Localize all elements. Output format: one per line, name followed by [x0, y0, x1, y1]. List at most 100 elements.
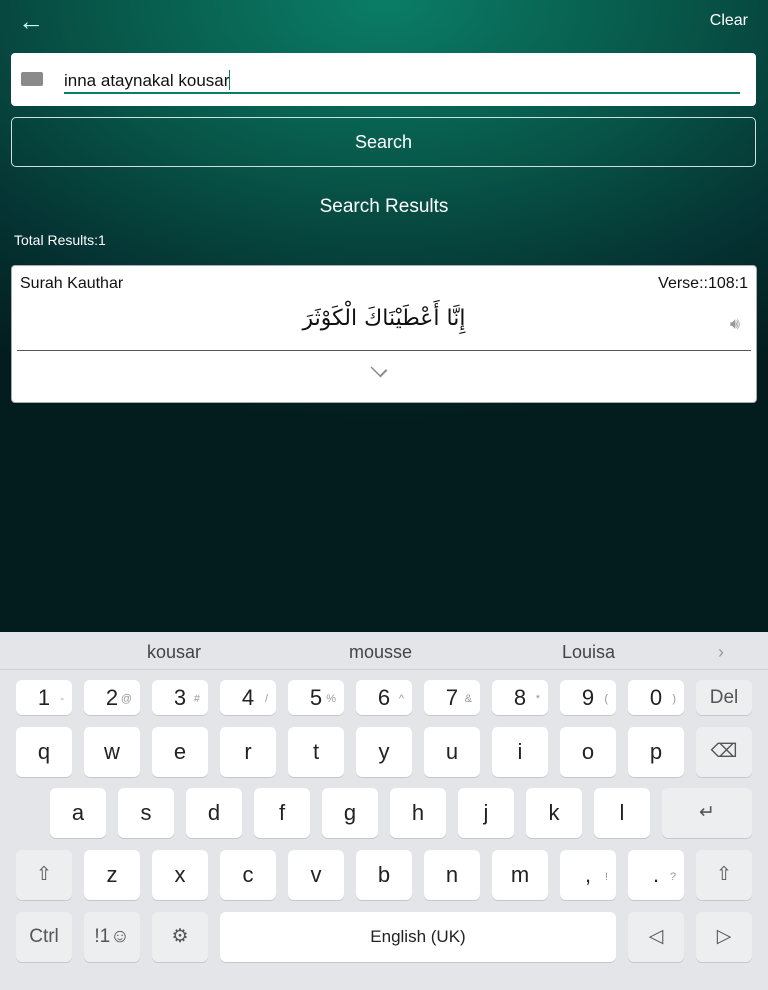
- key-e[interactable]: e: [152, 727, 208, 777]
- key-2-alt: @: [120, 693, 132, 705]
- key-g[interactable]: g: [322, 788, 378, 838]
- settings-gear-icon[interactable]: ⚙: [152, 912, 208, 962]
- key-b[interactable]: b: [356, 850, 412, 900]
- key-3-alt: #: [193, 693, 200, 705]
- key-3-label: 3: [173, 685, 187, 710]
- delete-key[interactable]: Del: [696, 680, 752, 715]
- key-9[interactable]: 9(: [560, 680, 616, 715]
- key-2[interactable]: 2 @: [84, 680, 140, 715]
- chevron-down-icon[interactable]: [370, 360, 388, 378]
- key-0[interactable]: 0): [628, 680, 684, 715]
- key-s[interactable]: s: [118, 788, 174, 838]
- key-7-alt: &: [464, 693, 472, 705]
- key-a[interactable]: a: [50, 788, 106, 838]
- shift-icon[interactable]: ⇧: [16, 850, 72, 900]
- key-j[interactable]: j: [458, 788, 514, 838]
- key-2-label: 2: [105, 685, 119, 710]
- key-m-label: m: [510, 862, 530, 887]
- key-1-label: 1: [37, 685, 51, 710]
- verse-ref: Verse::108:1: [658, 275, 748, 292]
- key-q[interactable]: q: [16, 727, 72, 777]
- key-h[interactable]: h: [390, 788, 446, 838]
- key-comma-label: ,: [584, 862, 592, 887]
- key-o[interactable]: o: [560, 727, 616, 777]
- key-s-label: s: [140, 800, 152, 825]
- key-c-label: c: [242, 862, 254, 887]
- key-f[interactable]: f: [254, 788, 310, 838]
- result-card[interactable]: Surah Kauthar Verse::108:1 إِنَّا أَعْطَ…: [11, 265, 757, 403]
- key-3[interactable]: 3 #: [152, 680, 208, 715]
- key-period[interactable]: .?: [628, 850, 684, 900]
- key-z[interactable]: z: [84, 850, 140, 900]
- arabic-text: إِنَّا أَعْطَيْنَاكَ الْكَوْثَرَ: [302, 306, 466, 331]
- key-comma[interactable]: ,!: [560, 850, 616, 900]
- clear-button[interactable]: Clear: [710, 12, 748, 30]
- enter-icon[interactable]: ↵: [662, 788, 752, 838]
- results-title: Search Results: [319, 196, 449, 217]
- search-input[interactable]: inna ataynakal kousar: [64, 66, 740, 94]
- key-r[interactable]: r: [220, 727, 276, 777]
- total-results: Total Results:1: [14, 232, 106, 248]
- key-6[interactable]: 6 ^: [356, 680, 412, 715]
- backspace-icon[interactable]: ⌫: [696, 727, 752, 777]
- suggestion-3[interactable]: Louisa: [562, 642, 615, 663]
- key-5[interactable]: 5%: [288, 680, 344, 715]
- key-x[interactable]: x: [152, 850, 208, 900]
- key-8[interactable]: 8 *: [492, 680, 548, 715]
- key-c[interactable]: c: [220, 850, 276, 900]
- key-0-label: 0: [649, 685, 663, 710]
- key-n-label: n: [445, 862, 459, 887]
- key-6-alt: ^: [398, 693, 404, 705]
- ctrl-key-label: Ctrl: [29, 926, 59, 947]
- speaker-icon[interactable]: 🔊︎: [730, 316, 740, 334]
- key-t-label: t: [312, 739, 320, 764]
- key-m[interactable]: m: [492, 850, 548, 900]
- shift-right-icon[interactable]: ⇧: [696, 850, 752, 900]
- search-box: inna ataynakal kousar: [11, 53, 756, 106]
- key-b-label: b: [377, 862, 391, 887]
- key-p-label: p: [649, 739, 663, 764]
- ctrl-key[interactable]: Ctrl: [16, 912, 72, 962]
- key-o-label: o: [581, 739, 595, 764]
- on-screen-keyboard: kousar mousse Louisa › 1-2 @3 #4/5% 6 ^ 7 & 8 * 9…: [0, 632, 768, 990]
- key-n[interactable]: n: [424, 850, 480, 900]
- key-d-label: d: [207, 800, 221, 825]
- key-7[interactable]: 7 &: [424, 680, 480, 715]
- key-y[interactable]: y: [356, 727, 412, 777]
- suggestion-1[interactable]: kousar: [147, 642, 201, 663]
- key-k-label: k: [548, 800, 560, 825]
- key-6-label: 6: [377, 685, 391, 710]
- chevron-right-icon[interactable]: ›: [718, 642, 724, 663]
- key-g-label: g: [343, 800, 357, 825]
- key-i-label: i: [517, 739, 523, 764]
- key-v[interactable]: v: [288, 850, 344, 900]
- key-q-label: q: [37, 739, 51, 764]
- cursor-right-icon-label: ▷: [716, 926, 732, 947]
- key-1[interactable]: 1-: [16, 680, 72, 715]
- key-9-alt: (: [604, 693, 608, 705]
- key-y-label: y: [378, 739, 390, 764]
- key-p[interactable]: p: [628, 727, 684, 777]
- cursor-right-icon[interactable]: ▷: [696, 912, 752, 962]
- key-k[interactable]: k: [526, 788, 582, 838]
- key-period-label: .: [652, 862, 660, 887]
- space-bar[interactable]: English (UK): [220, 912, 616, 962]
- key-t[interactable]: t: [288, 727, 344, 777]
- key-i[interactable]: i: [492, 727, 548, 777]
- search-button[interactable]: Search: [11, 117, 756, 167]
- key-u[interactable]: u: [424, 727, 480, 777]
- symbols-key[interactable]: !1☺: [84, 912, 140, 962]
- key-d[interactable]: d: [186, 788, 242, 838]
- key-9-label: 9: [581, 685, 595, 710]
- suggestion-2[interactable]: mousse: [349, 642, 412, 663]
- key-w-label: w: [104, 739, 120, 764]
- key-w[interactable]: w: [84, 727, 140, 777]
- cursor-left-icon[interactable]: ◁: [628, 912, 684, 962]
- keyboard-icon[interactable]: [21, 72, 43, 86]
- key-4-label: 4: [241, 685, 255, 710]
- key-l[interactable]: l: [594, 788, 650, 838]
- key-v-label: v: [310, 862, 322, 887]
- key-4[interactable]: 4/: [220, 680, 276, 715]
- back-arrow-icon[interactable]: ←: [18, 6, 44, 37]
- key-f-label: f: [278, 800, 286, 825]
